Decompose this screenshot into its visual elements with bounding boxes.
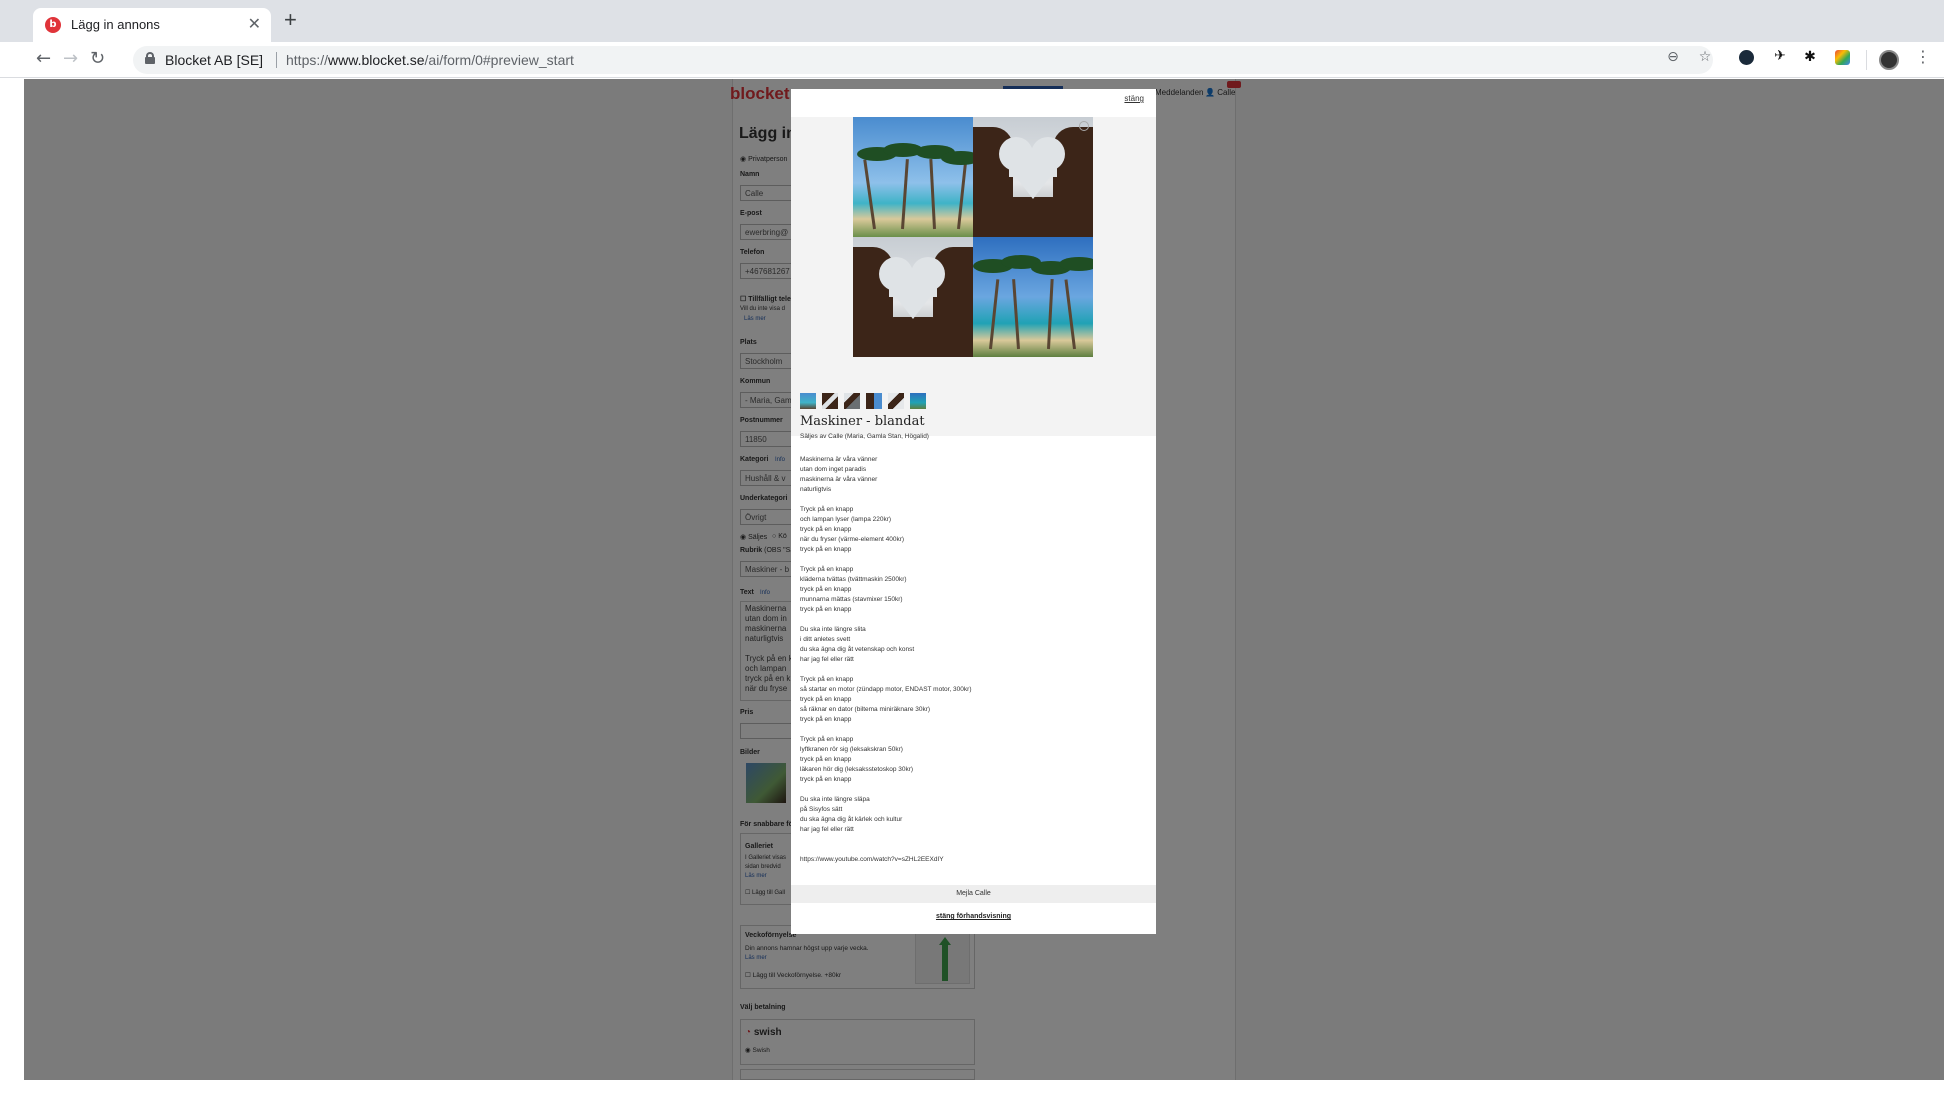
body-line: när du fryser (värme-element 400kr) [800,536,905,543]
page-viewport: blocket Meddelanden 👤 Calle Lägg in ◉ Pr… [0,79,1944,1108]
body-line [800,665,1145,675]
thumbnail[interactable] [888,393,904,409]
url-prefix: https:// [286,52,329,68]
body-line: maskinerna är våra vänner [800,476,878,483]
extension-icon[interactable]: ✱ [1802,49,1818,65]
body-line [800,725,1145,735]
tab-title: Lägg in annons [71,17,160,32]
ad-body-text: Maskinerna är våra vänner utan dom inget … [800,455,1145,865]
body-line: Du ska inte längre släpa [800,796,870,803]
body-line: och lampan lyser (lampa 220kr) [800,516,892,523]
body-line: har jag fel eller rätt [800,656,854,663]
body-line: på Sisyfos sätt [800,806,843,813]
gallery-image-heart[interactable] [973,117,1093,237]
body-line: tryck på en knapp [800,606,852,613]
body-line [800,845,1145,855]
url-path: /ai/form/0#preview_start [424,52,574,68]
thumbnail[interactable] [844,393,860,409]
body-line: naturligtvis [800,486,832,493]
seller-info: Säljes av Calle (Maria, Gamla Stan, Höga… [800,433,929,440]
close-tab-icon[interactable]: ✕ [248,14,261,34]
body-line: utan dom inget paradis [800,466,867,473]
body-line: så startar en motor (zündapp motor, ENDA… [800,686,972,693]
thumbnail[interactable] [866,393,882,409]
body-line [800,785,1145,795]
site-identity[interactable]: Blocket AB [SE] [165,52,263,68]
menu-icon[interactable]: ⋮ [1915,49,1931,65]
body-line: tryck på en knapp [800,586,852,593]
body-line: Tryck på en knapp [800,736,854,743]
back-icon[interactable]: ← [36,49,51,69]
profile-icon[interactable] [1879,50,1899,70]
image-gallery [791,117,1156,436]
reload-icon[interactable]: ↻ [90,49,105,69]
body-line: Tryck på en knapp [800,676,854,683]
body-line: läkaren hör dig (leksaksstetoskop 30kr) [800,766,914,773]
thumbnail[interactable] [800,393,816,409]
body-line: har jag fel eller rätt [800,826,854,833]
close-preview-link[interactable]: stäng förhandsvisning [791,913,1156,920]
body-line: så räknar en dator (biltema miniräknare … [800,706,931,713]
thumbnail[interactable] [910,393,926,409]
url-text[interactable]: https://www.blocket.se/ai/form/0#preview… [286,52,574,68]
body-line: lyftkranen rör sig (leksakskran 50kr) [800,746,903,753]
close-link-top[interactable]: stäng [1124,94,1144,103]
body-line: Du ska inte längre slita [800,626,866,633]
watermark-icon [1079,121,1089,131]
thumbnail[interactable] [822,393,838,409]
body-line: i ditt anletes svett [800,636,851,643]
body-line [800,555,1145,565]
preview-modal: stäng Maskiner - blandat Säljes av Calle… [791,89,1156,934]
body-line: tryck på en knapp [800,526,852,533]
new-tab-button[interactable]: + [284,9,297,31]
forward-icon[interactable]: → [63,49,78,69]
body-line: du ska ägna dig åt kärlek och kultur [800,816,903,823]
body-line: kläderna tvättas (tvättmaskin 2500kr) [800,576,907,583]
address-separator [276,52,277,68]
youtube-link[interactable]: https://www.youtube.com/watch?v=sZHL2EEX… [800,855,1145,865]
ad-title: Maskiner - blandat [800,414,925,429]
toolbar-divider [1866,50,1867,70]
tab-strip: b Lägg in annons ✕ + [0,0,1944,42]
body-line: tryck på en knapp [800,756,852,763]
email-seller-button[interactable]: Mejla Calle [791,885,1156,903]
body-line: tryck på en knapp [800,716,852,723]
body-line: Maskinerna är våra vänner [800,456,878,463]
gallery-image-heart[interactable] [853,237,973,357]
star-icon[interactable]: ☆ [1697,49,1713,65]
address-bar[interactable]: Blocket AB [SE] https://www.blocket.se/a… [133,46,1713,74]
lock-icon[interactable] [145,52,155,64]
body-line: tryck på en knapp [800,696,852,703]
browser-tab[interactable]: b Lägg in annons ✕ [33,8,271,42]
body-line: tryck på en knapp [800,776,852,783]
extension-icon[interactable] [1739,50,1754,65]
gallery-image-palms[interactable] [973,237,1093,357]
extension-icon[interactable]: ✈ [1772,48,1788,64]
body-line: Tryck på en knapp [800,566,854,573]
body-line [800,615,1145,625]
body-line: Tryck på en knapp [800,506,854,513]
body-line [800,495,1145,505]
favicon-icon: b [45,17,61,33]
gallery-image-palms[interactable] [853,117,973,237]
extension-icon[interactable] [1835,50,1850,65]
browser-toolbar: ← → ↻ Blocket AB [SE] https://www.blocke… [0,42,1944,78]
zoom-icon[interactable]: ⊖ [1665,49,1681,65]
url-domain: www.blocket.se [328,52,425,68]
body-line: tryck på en knapp [800,546,852,553]
body-line: munnarna mättas (stavmixer 150kr) [800,596,903,603]
body-line: du ska ägna dig åt vetenskap och konst [800,646,915,653]
body-line [800,835,1145,845]
